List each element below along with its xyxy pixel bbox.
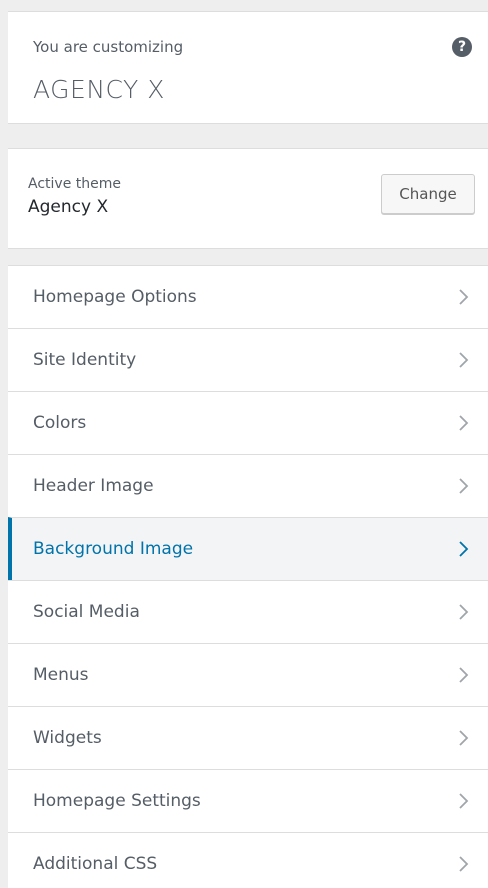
chevron-right-icon bbox=[459, 541, 469, 557]
menu-item-label: Homepage Settings bbox=[33, 791, 201, 811]
menu-item-homepage-options[interactable]: Homepage Options bbox=[8, 265, 488, 328]
menu-item-label: Background Image bbox=[33, 539, 194, 559]
change-theme-button[interactable]: Change bbox=[381, 174, 475, 214]
chevron-right-icon bbox=[459, 730, 469, 746]
menu-item-menus[interactable]: Menus bbox=[8, 643, 488, 706]
menu-item-header-image[interactable]: Header Image bbox=[8, 454, 488, 517]
chevron-right-icon bbox=[459, 289, 469, 305]
active-theme-section: Active theme Agency X Change bbox=[8, 148, 488, 249]
menu-item-label: Header Image bbox=[33, 476, 154, 496]
menu-item-label: Colors bbox=[33, 413, 87, 433]
question-circle-icon[interactable]: ? bbox=[452, 37, 472, 57]
site-title: AGENCY X bbox=[33, 75, 165, 104]
menu-item-site-identity[interactable]: Site Identity bbox=[8, 328, 488, 391]
menu-item-label: Homepage Options bbox=[33, 287, 197, 307]
chevron-right-icon bbox=[459, 478, 469, 494]
menu-item-label: Menus bbox=[33, 665, 89, 685]
customizing-label: You are customizing bbox=[33, 38, 184, 56]
menu-item-widgets[interactable]: Widgets bbox=[8, 706, 488, 769]
customizer-panel: You are customizing AGENCY X ? Active th… bbox=[0, 0, 488, 888]
chevron-right-icon bbox=[459, 352, 469, 368]
chevron-right-icon bbox=[459, 415, 469, 431]
menu-item-label: Site Identity bbox=[33, 350, 137, 370]
menu-item-label: Social Media bbox=[33, 602, 140, 622]
menu-item-label: Additional CSS bbox=[33, 854, 158, 874]
chevron-right-icon bbox=[459, 604, 469, 620]
menu-item-additional-css[interactable]: Additional CSS bbox=[8, 832, 488, 888]
customizing-header: You are customizing AGENCY X ? bbox=[8, 12, 488, 124]
chevron-right-icon bbox=[459, 667, 469, 683]
menu-item-background-image[interactable]: Background Image bbox=[8, 517, 488, 580]
customizer-menu: Homepage Options Site Identity Colors He… bbox=[8, 265, 488, 888]
menu-item-label: Widgets bbox=[33, 728, 102, 748]
menu-item-homepage-settings[interactable]: Homepage Settings bbox=[8, 769, 488, 832]
theme-name: Agency X bbox=[28, 197, 109, 217]
chevron-right-icon bbox=[459, 856, 469, 872]
active-theme-label: Active theme bbox=[28, 176, 121, 192]
menu-item-social-media[interactable]: Social Media bbox=[8, 580, 488, 643]
menu-item-colors[interactable]: Colors bbox=[8, 391, 488, 454]
chevron-right-icon bbox=[459, 793, 469, 809]
